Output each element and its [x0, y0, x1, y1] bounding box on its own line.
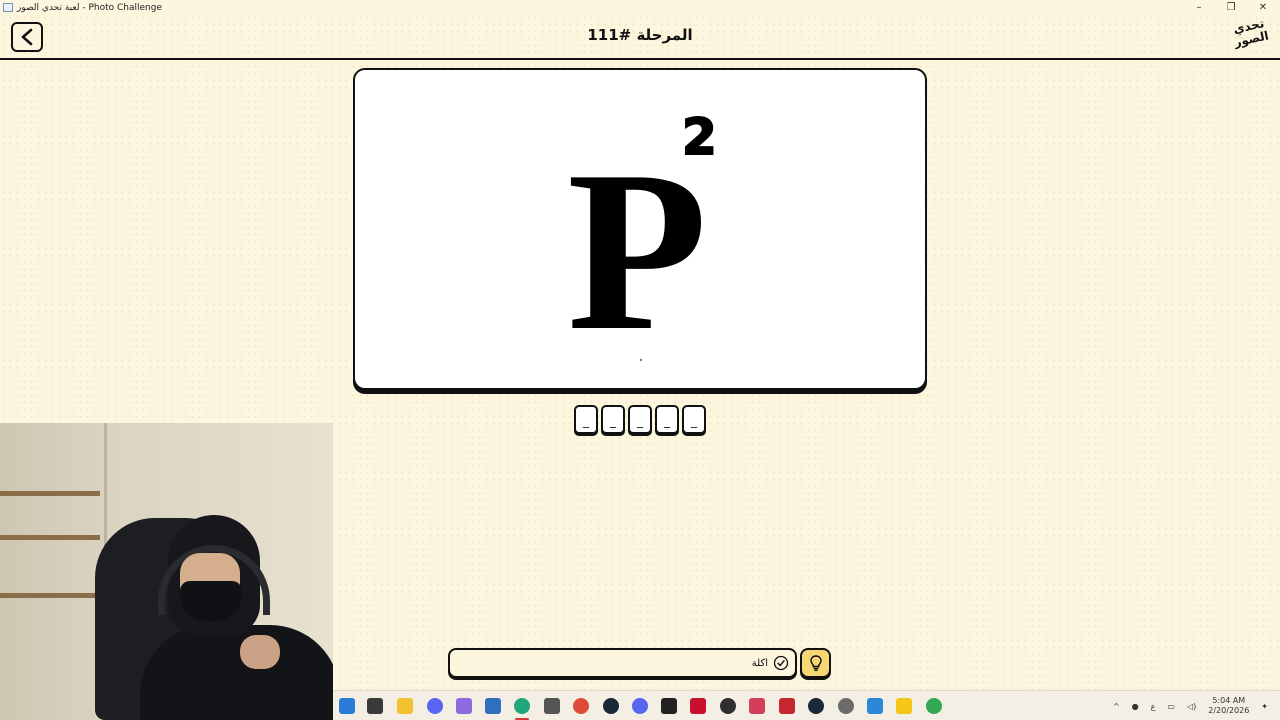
- volume-icon[interactable]: ◁): [1187, 702, 1196, 711]
- adobe-icon[interactable]: [690, 698, 706, 714]
- guess-input[interactable]: اكلة: [448, 648, 797, 678]
- copilot-icon[interactable]: [456, 698, 472, 714]
- chrome-icon[interactable]: [926, 698, 942, 714]
- discord-icon[interactable]: [632, 698, 648, 714]
- lightbulb-icon: [809, 655, 822, 671]
- puzzle-superscript: 2: [682, 108, 717, 166]
- puzzle-image-card: P 2: [353, 68, 927, 390]
- steam-icon[interactable]: [808, 698, 824, 714]
- discord-icon[interactable]: [427, 698, 443, 714]
- close-button[interactable]: ✕: [1256, 2, 1270, 13]
- file-explorer-icon[interactable]: [397, 698, 413, 714]
- system-tray: ^ ● ع ▭ ◁) 5:04 AM 2/20/2026 ✦: [1113, 694, 1268, 718]
- check-circle-icon[interactable]: [773, 655, 789, 671]
- shelf: [0, 593, 100, 598]
- maximize-button[interactable]: ❐: [1224, 2, 1238, 13]
- answer-slot[interactable]: _: [682, 405, 706, 434]
- shelf: [0, 491, 100, 496]
- guess-input-value: اكلة: [751, 657, 768, 669]
- app-window-icon: [3, 3, 13, 12]
- level-title: المرحلة #111: [587, 26, 693, 44]
- streamer-hand: [240, 635, 280, 669]
- streamer: [140, 515, 333, 720]
- chevron-up-icon[interactable]: ^: [1113, 702, 1120, 711]
- obs-icon[interactable]: [720, 698, 736, 714]
- answer-slot[interactable]: _: [655, 405, 679, 434]
- edge-icon[interactable]: [514, 698, 530, 714]
- app-icon[interactable]: [779, 698, 795, 714]
- clock-time: 5:04 AM: [1212, 696, 1246, 705]
- network-icon[interactable]: ▭: [1167, 702, 1175, 711]
- app-header: المرحلة #111 تحدي الصور: [0, 15, 1280, 60]
- webcam-overlay: [0, 423, 333, 720]
- app-icon[interactable]: [896, 698, 912, 714]
- answer-slot[interactable]: _: [574, 405, 598, 434]
- app-icon[interactable]: [867, 698, 883, 714]
- streamer-body: [140, 625, 333, 720]
- language-indicator[interactable]: ع: [1151, 702, 1156, 711]
- clock[interactable]: 5:04 AM 2/20/2026: [1208, 696, 1249, 716]
- store-icon[interactable]: [485, 698, 501, 714]
- windows-start-icon[interactable]: [339, 698, 355, 714]
- clock-date: 2/20/2026: [1208, 706, 1250, 715]
- game-logo: تحدي الصور: [1229, 16, 1273, 57]
- settings-icon[interactable]: [838, 698, 854, 714]
- unity-icon[interactable]: [544, 698, 560, 714]
- steam-icon[interactable]: [603, 698, 619, 714]
- epic-icon[interactable]: [661, 698, 677, 714]
- puzzle-image: P 2: [567, 107, 718, 378]
- answer-slot[interactable]: _: [601, 405, 625, 434]
- windows-taskbar: ^ ● ع ▭ ◁) 5:04 AM 2/20/2026 ✦: [333, 690, 1280, 720]
- answer-slots: _ _ _ _ _: [574, 405, 706, 434]
- microphone-icon[interactable]: ●: [1132, 702, 1139, 711]
- notification-icon[interactable]: ✦: [1261, 702, 1268, 711]
- shelf: [0, 535, 100, 540]
- window-title: لعبة تحدي الصور - Photo Challenge: [17, 2, 162, 13]
- task-view-icon[interactable]: [367, 698, 383, 714]
- tiny-dot: [639, 358, 643, 362]
- hint-button[interactable]: [800, 648, 831, 678]
- window-titlebar: لعبة تحدي الصور - Photo Challenge – ❐ ✕: [0, 0, 1280, 15]
- answer-slot[interactable]: _: [628, 405, 652, 434]
- app-icon[interactable]: [749, 698, 765, 714]
- minimize-button[interactable]: –: [1192, 2, 1206, 13]
- chrome-icon[interactable]: [573, 698, 589, 714]
- window-controls: – ❐ ✕: [1192, 0, 1270, 15]
